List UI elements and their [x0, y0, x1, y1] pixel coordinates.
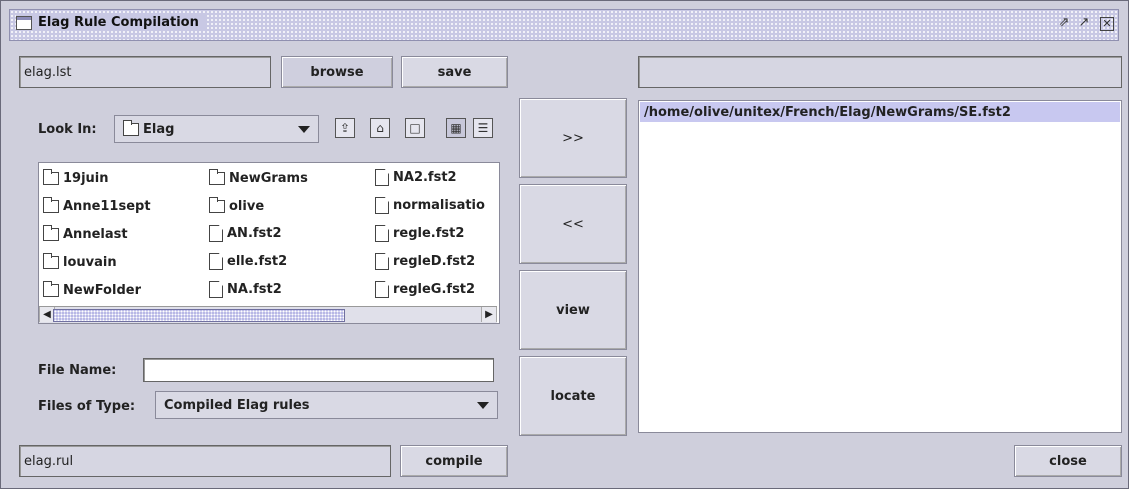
compile-button[interactable]: compile	[400, 445, 508, 477]
file-name: NA.fst2	[227, 282, 282, 297]
window-title: Elag Rule Compilation	[38, 15, 199, 30]
file-name: AN.fst2	[227, 226, 282, 241]
list-item[interactable]: 19juin	[43, 169, 109, 186]
file-icon	[375, 169, 389, 186]
list-item[interactable]: NA2.fst2	[375, 169, 457, 186]
right-status-field[interactable]	[638, 56, 1122, 88]
list-item[interactable]: regleD.fst2	[375, 253, 475, 270]
elag-rule-compilation-window: Elag Rule Compilation ⇗ ↗ ✕ elag.lst bro…	[0, 0, 1129, 489]
file-name: regleG.fst2	[393, 282, 476, 297]
list-item[interactable]: regleG.fst2	[375, 281, 475, 298]
maximize-icon[interactable]: ↗	[1076, 15, 1092, 31]
up-folder-icon[interactable]: ⇪	[335, 118, 355, 138]
list-item[interactable]: /home/olive/unitex/French/Elag/NewGrams/…	[640, 102, 1120, 122]
chevron-down-icon	[298, 126, 310, 133]
list-item[interactable]: NA.fst2	[209, 281, 282, 298]
file-icon	[209, 281, 223, 298]
file-icon	[375, 253, 389, 270]
save-button[interactable]: save	[401, 56, 508, 88]
folder-icon	[209, 169, 225, 185]
file-icon	[209, 225, 223, 242]
file-icon	[375, 197, 389, 214]
file-name: louvain	[63, 255, 117, 270]
look-in-value: Elag	[143, 121, 175, 137]
file-name: regleD.fst2	[393, 254, 476, 269]
scroll-thumb[interactable]	[53, 309, 345, 322]
file-list[interactable]: 19juin Anne11sept Annelast louvain NewFo…	[38, 162, 500, 324]
file-name-label: File Name:	[38, 363, 117, 378]
title-bar[interactable]: Elag Rule Compilation ⇗ ↗ ✕	[9, 9, 1119, 41]
locate-button[interactable]: locate	[519, 356, 627, 436]
files-of-type-combo[interactable]: Compiled Elag rules	[155, 391, 498, 419]
file-name: Anne11sept	[63, 199, 151, 214]
file-name: NA2.fst2	[393, 170, 457, 185]
file-name: NewGrams	[229, 171, 308, 186]
remove-button[interactable]: <<	[519, 184, 627, 264]
file-name: NewFolder	[63, 283, 141, 298]
look-in-label: Look In:	[38, 122, 97, 137]
folder-icon	[43, 253, 59, 269]
horizontal-scrollbar[interactable]: ◀ ▶	[39, 306, 497, 323]
chevron-down-icon	[477, 402, 489, 409]
folder-icon	[43, 281, 59, 297]
files-of-type-value: Compiled Elag rules	[164, 397, 310, 413]
folder-icon	[43, 169, 59, 185]
list-item[interactable]: NewFolder	[43, 281, 141, 298]
file-name: elle.fst2	[227, 254, 288, 269]
file-name-input[interactable]	[143, 358, 494, 382]
new-folder-icon[interactable]: □	[405, 118, 425, 138]
list-item[interactable]: normalisatio	[375, 197, 485, 214]
output-file-field[interactable]: elag.rul	[19, 445, 391, 477]
list-item[interactable]: Annelast	[43, 225, 128, 242]
look-in-combo[interactable]: Elag	[114, 115, 319, 143]
list-item[interactable]: Anne11sept	[43, 197, 151, 214]
close-button[interactable]: close	[1014, 445, 1122, 477]
list-item[interactable]: AN.fst2	[209, 225, 282, 242]
folder-icon	[43, 197, 59, 213]
home-icon[interactable]: ⌂	[370, 118, 390, 138]
file-name: regle.fst2	[393, 226, 465, 241]
file-name: 19juin	[63, 171, 109, 186]
list-item[interactable]: regle.fst2	[375, 225, 464, 242]
add-button[interactable]: >>	[519, 98, 627, 178]
details-view-icon[interactable]: ☰	[473, 118, 493, 138]
restore-icon[interactable]: ⇗	[1056, 15, 1072, 31]
file-icon	[375, 225, 389, 242]
view-button[interactable]: view	[519, 270, 627, 350]
file-name: normalisatio	[393, 198, 485, 213]
list-item[interactable]: elle.fst2	[209, 253, 287, 270]
list-item[interactable]: louvain	[43, 253, 117, 270]
file-name: olive	[229, 199, 265, 214]
window-icon	[16, 15, 32, 30]
files-of-type-label: Files of Type:	[38, 399, 136, 414]
folder-icon	[43, 225, 59, 241]
folder-icon	[123, 119, 139, 136]
file-icon	[209, 253, 223, 270]
scroll-right-icon[interactable]: ▶	[481, 307, 497, 322]
file-icon	[375, 281, 389, 298]
file-name: Annelast	[63, 227, 128, 242]
title-wrap: Elag Rule Compilation	[16, 15, 207, 30]
browse-button[interactable]: browse	[281, 56, 393, 88]
list-item[interactable]: NewGrams	[209, 169, 308, 186]
folder-icon	[209, 197, 225, 213]
list-item[interactable]: olive	[209, 197, 265, 214]
list-view-icon[interactable]: ▦	[446, 118, 466, 138]
close-icon[interactable]: ✕	[1100, 17, 1114, 31]
rule-list-file-field[interactable]: elag.lst	[19, 56, 271, 88]
selected-grammars-list[interactable]: /home/olive/unitex/French/Elag/NewGrams/…	[638, 100, 1122, 433]
